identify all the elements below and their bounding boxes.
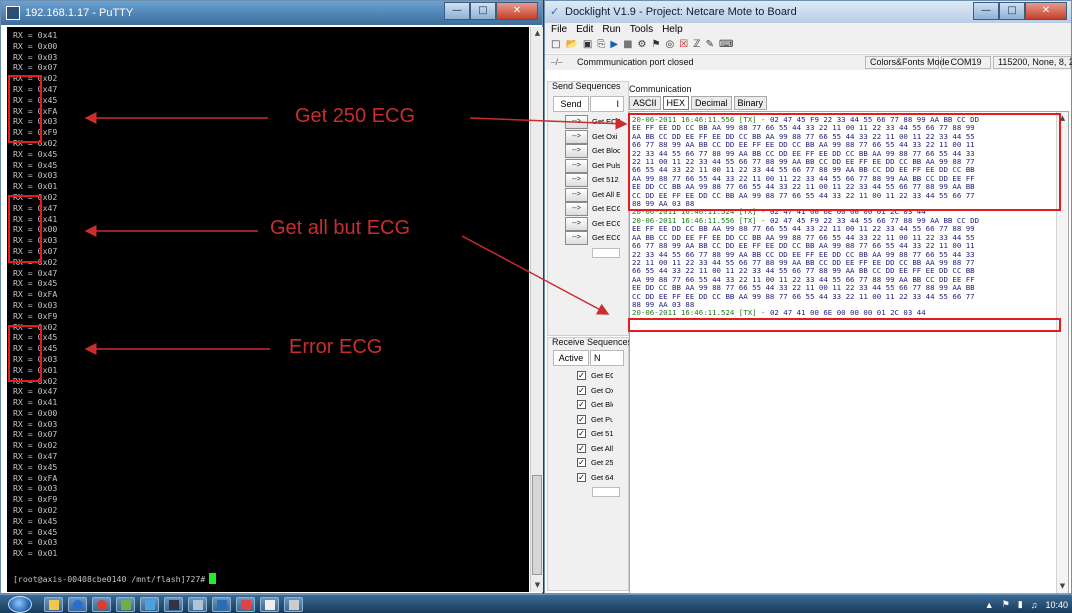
tray-arrow-icon[interactable]: ▲ xyxy=(985,600,994,610)
chrome-icon[interactable] xyxy=(92,597,111,612)
app2-icon[interactable] xyxy=(260,597,279,612)
network-icon[interactable] xyxy=(140,597,159,612)
docklight-icon[interactable] xyxy=(212,597,231,612)
network-status-icon[interactable]: ▮ xyxy=(1018,599,1023,610)
paint-icon[interactable] xyxy=(116,597,135,612)
media-icon[interactable] xyxy=(68,597,87,612)
explorer-icon[interactable] xyxy=(44,597,63,612)
clock[interactable]: 10:40 xyxy=(1045,600,1068,610)
system-tray: ▲ ⚑ ▮ ♫ 10:40 xyxy=(985,595,1068,613)
tool-icon[interactable] xyxy=(188,597,207,612)
arrow-getall-right xyxy=(461,235,610,315)
app3-icon[interactable] xyxy=(284,597,303,612)
app-icon[interactable] xyxy=(236,597,255,612)
flag-icon[interactable]: ⚑ xyxy=(1002,599,1010,610)
annotation-arrows xyxy=(84,112,628,355)
taskbar: ▲ ⚑ ▮ ♫ 10:40 xyxy=(0,594,1072,613)
volume-icon[interactable]: ♫ xyxy=(1031,600,1038,610)
putty-icon[interactable] xyxy=(164,597,183,612)
start-button[interactable] xyxy=(8,596,32,613)
arrow-get250-right xyxy=(469,117,628,130)
